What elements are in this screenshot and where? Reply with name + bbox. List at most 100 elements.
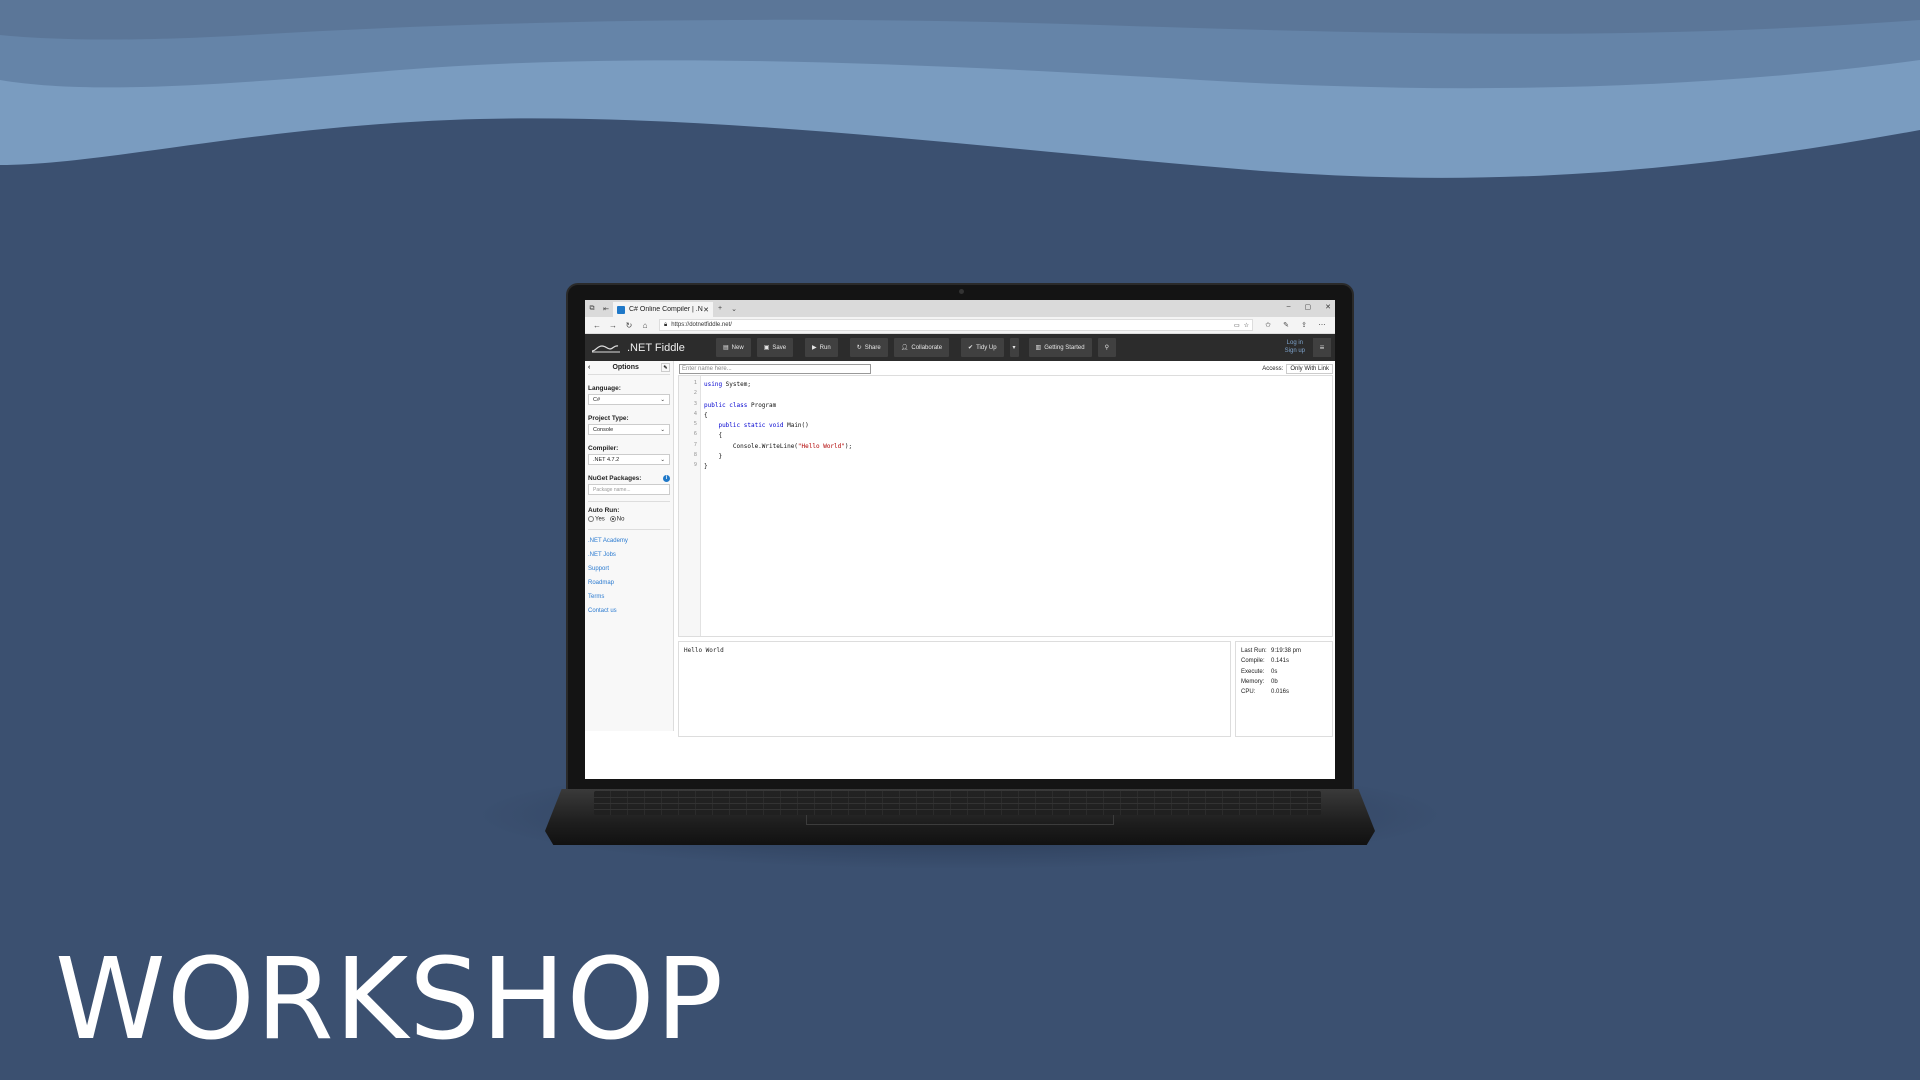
tidy-up-button[interactable]: ✔ Tidy Up — [961, 338, 1004, 357]
sidebar-links: .NET Academy .NET Jobs Support Roadmap Terms… — [588, 538, 670, 614]
code-line: public static void Main() — [704, 421, 852, 431]
search-icon: ⚲ — [1104, 345, 1109, 351]
output-panel: Hello World — [678, 641, 1231, 737]
fiddle-logo[interactable]: .NET Fiddle — [585, 342, 710, 354]
nuget-package-input[interactable]: Package name... — [588, 484, 670, 495]
search-button[interactable]: ⚲ — [1097, 338, 1116, 357]
slide-title: WORKSHOP — [55, 935, 725, 1065]
stat-label: Compile: — [1241, 658, 1265, 665]
line-number: 9 — [693, 462, 697, 469]
stat-row: Execute: 0s — [1241, 667, 1327, 677]
keyboard-row — [594, 809, 1321, 810]
sidebar-header: ‹ Options ✎ — [588, 361, 670, 375]
url-text: https://dotnetfiddle.net/ — [671, 322, 732, 328]
file-icon: ▤ — [723, 345, 729, 351]
tab-actions-icon[interactable]: ⧉ — [585, 305, 599, 313]
new-button[interactable]: ▤ New — [716, 338, 751, 357]
fiddle-name-input[interactable]: Enter name here... — [679, 363, 871, 374]
maximize-icon[interactable]: ▢ — [1305, 303, 1312, 311]
close-window-icon[interactable]: ✕ — [1325, 303, 1331, 311]
signup-link[interactable]: Sign up — [1285, 347, 1305, 355]
getting-started-button[interactable]: ▥ Getting Started — [1028, 338, 1092, 357]
language-select[interactable]: C# ⌄ — [588, 394, 670, 405]
close-tab-icon[interactable]: ✕ — [703, 306, 709, 314]
browser-tab[interactable]: C# Online Compiler | .N ✕ — [613, 302, 713, 317]
sidebar-link[interactable]: Roadmap — [588, 580, 670, 586]
collapse-icon[interactable]: ‹ — [588, 364, 590, 371]
radio-icon — [588, 516, 594, 522]
save-button[interactable]: ▣ Save — [756, 338, 794, 357]
lock-icon: 🔒︎ — [664, 321, 668, 328]
autorun-label: Auto Run: — [588, 507, 620, 514]
forward-icon[interactable]: → — [605, 321, 621, 330]
back-icon[interactable]: ← — [589, 321, 605, 330]
nuget-label: NuGet Packages: — [588, 475, 642, 482]
code-editor[interactable]: 1 2 3 4 5 6 7 8 9 using System; public class Prog… — [678, 375, 1333, 637]
reading-view-icon[interactable]: ▭ — [1234, 322, 1240, 329]
new-button-label: New — [731, 344, 744, 351]
new-tab-icon[interactable]: + — [713, 305, 727, 312]
autorun-no-label: No — [616, 516, 625, 523]
share-button[interactable]: ↻ Share — [849, 338, 888, 357]
trackpad — [806, 815, 1114, 825]
project-type-select[interactable]: Console ⌄ — [588, 424, 670, 435]
autorun-no-radio[interactable]: No — [609, 516, 625, 523]
refresh-icon[interactable]: ↻ — [621, 321, 637, 330]
back-tabs-icon[interactable]: ⇤ — [599, 305, 613, 313]
user-icon: 👤︎ — [900, 345, 909, 351]
run-stats-panel: Last Run: 9:19:38 pm Compile: 0.141s Execute… — [1235, 641, 1333, 737]
code-area[interactable]: using System; public class Program{ publi… — [701, 376, 852, 636]
run-button-label: Run — [819, 344, 831, 351]
stat-value: 0b — [1271, 678, 1278, 685]
stat-row: Memory: 0b — [1241, 677, 1327, 687]
language-label: Language: — [588, 385, 621, 392]
share-icon[interactable]: ⇪ — [1295, 321, 1313, 329]
code-string: "Hello World" — [797, 442, 845, 450]
fiddle-body: ‹ Options ✎ Language: C# ⌄ Project Type: … — [585, 361, 1335, 779]
favorite-icon[interactable]: ☆ — [1244, 322, 1249, 329]
tab-list-icon[interactable]: ⌄ — [727, 305, 741, 313]
autorun-radios: Yes No — [588, 516, 670, 523]
code-token: System; — [722, 381, 751, 388]
pen-icon[interactable]: ✎ — [1277, 321, 1295, 329]
divider — [588, 528, 670, 530]
run-button[interactable]: ▶ Run — [805, 338, 838, 357]
pin-icon[interactable]: ✎ — [660, 363, 670, 372]
autorun-yes-radio[interactable]: Yes — [588, 516, 605, 523]
stat-row: CPU: 0.016s — [1241, 687, 1327, 697]
sidebar-link[interactable]: .NET Academy — [588, 538, 670, 544]
compiler-label: Compiler: — [588, 445, 619, 452]
sidebar-link[interactable]: Terms — [588, 594, 670, 600]
laptop-screen: ⧉ ⇤ C# Online Compiler | .N ✕ + ⌄ – ▢ ✕ … — [585, 300, 1335, 779]
sidebar-link[interactable]: Contact us — [588, 608, 670, 614]
login-link[interactable]: Log in — [1285, 339, 1305, 347]
collaborate-button[interactable]: 👤︎ Collaborate — [893, 338, 950, 357]
project-type-label: Project Type: — [588, 415, 629, 422]
compiler-select[interactable]: .NET 4.7.2 ⌄ — [588, 454, 670, 465]
url-field[interactable]: 🔒︎ https://dotnetfiddle.net/ ▭ ☆ — [659, 319, 1253, 331]
language-value: C# — [593, 396, 601, 403]
access-control: Access: Only With Link — [1262, 363, 1333, 374]
compiler-value: .NET 4.7.2 — [593, 456, 620, 463]
line-number: 3 — [693, 400, 697, 407]
access-select[interactable]: Only With Link — [1286, 363, 1333, 374]
info-icon[interactable]: i — [663, 475, 670, 482]
favorites-icon[interactable]: ✩ — [1259, 321, 1277, 329]
sidebar-link[interactable]: .NET Jobs — [588, 552, 670, 558]
sidebar-link[interactable]: Support — [588, 566, 670, 572]
code-line: { — [704, 431, 852, 441]
stat-value: 9:19:38 pm — [1271, 648, 1302, 654]
line-number: 1 — [693, 380, 697, 386]
tidy-up-dropdown[interactable]: ▾ — [1009, 338, 1019, 357]
getting-started-button-label: Getting Started — [1044, 344, 1085, 351]
more-icon[interactable]: ⋯ — [1313, 321, 1331, 329]
code-token: Console.WriteLine( — [704, 442, 798, 450]
cloud-logo-icon — [591, 344, 620, 352]
address-bar: ← → ↻ ⌂ 🔒︎ https://dotnetfiddle.net/ ▭ ☆… — [585, 317, 1335, 334]
radio-selected-icon — [609, 516, 616, 522]
home-icon[interactable]: ⌂ — [637, 321, 653, 330]
hamburger-menu-icon[interactable]: ≡ — [1313, 338, 1331, 357]
check-icon: ✔ — [968, 345, 974, 351]
collaborate-button-label: Collaborate — [911, 344, 943, 351]
minimize-icon[interactable]: – — [1287, 303, 1291, 311]
